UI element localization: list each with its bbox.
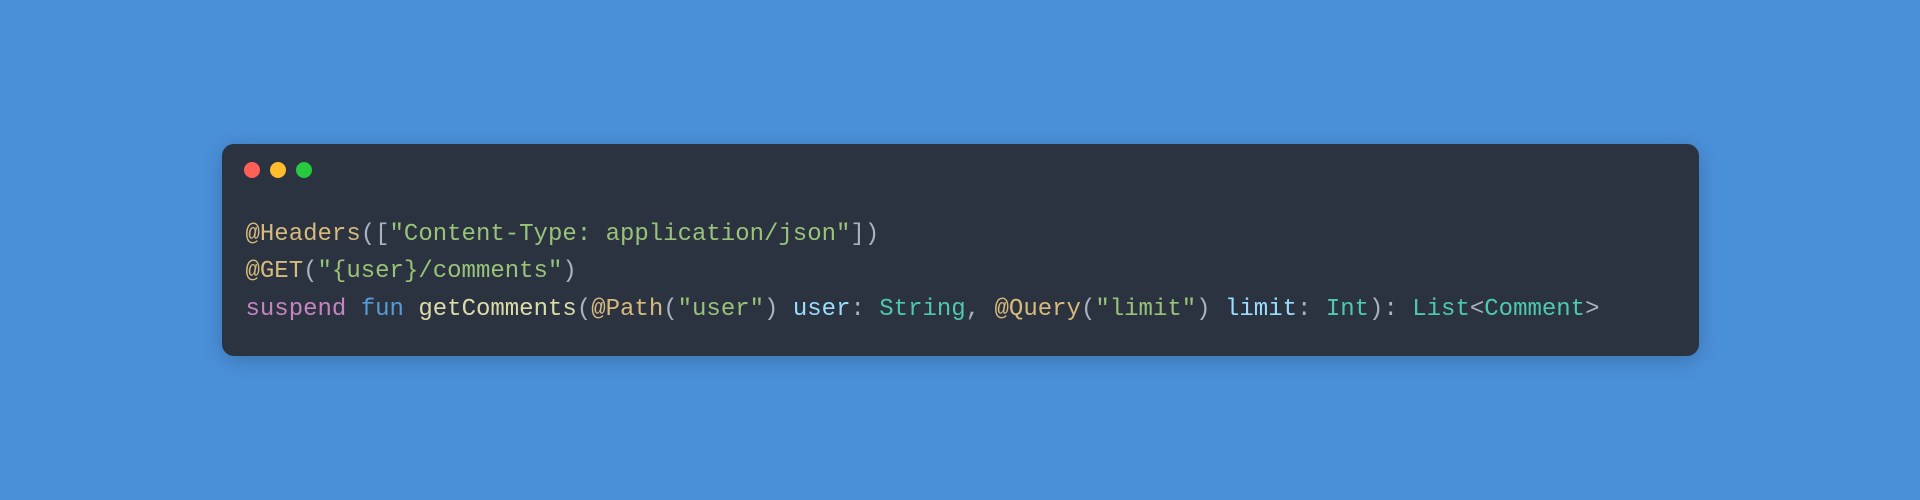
type-string: String — [879, 296, 965, 323]
maximize-icon[interactable] — [296, 162, 312, 178]
annotation-get: @GET — [246, 258, 304, 285]
code-content: @Headers(["Content-Type: application/jso… — [222, 188, 1699, 356]
type-list: List — [1412, 296, 1470, 323]
close-bracket: ] — [850, 221, 864, 248]
string-user: "user" — [678, 296, 764, 323]
type-comment: Comment — [1484, 296, 1585, 323]
query-open: ( — [1081, 296, 1095, 323]
string-content-type: "Content-Type: application/json" — [390, 221, 851, 248]
path-close: ) — [764, 296, 778, 323]
colon: : — [1383, 296, 1397, 323]
close-paren: ) — [562, 258, 576, 285]
path-open: ( — [663, 296, 677, 323]
colon: : — [1297, 296, 1311, 323]
string-limit: "limit" — [1095, 296, 1196, 323]
annotation-query: @Query — [995, 296, 1081, 323]
open-paren: ( — [303, 258, 317, 285]
gt: > — [1585, 296, 1599, 323]
keyword-suspend: suspend — [246, 296, 347, 323]
annotation-path: @Path — [591, 296, 663, 323]
lt: < — [1470, 296, 1484, 323]
colon: : — [850, 296, 864, 323]
keyword-fun: fun — [361, 296, 404, 323]
function-name: getComments — [418, 296, 576, 323]
annotation-headers: @Headers — [246, 221, 361, 248]
open-bracket: [ — [375, 221, 389, 248]
titlebar — [222, 144, 1699, 188]
param-user: user — [793, 296, 851, 323]
comma: , — [966, 296, 980, 323]
code-window: @Headers(["Content-Type: application/jso… — [222, 144, 1699, 356]
param-limit: limit — [1225, 296, 1297, 323]
open-paren: ( — [577, 296, 591, 323]
close-paren: ) — [1369, 296, 1383, 323]
query-close: ) — [1196, 296, 1210, 323]
minimize-icon[interactable] — [270, 162, 286, 178]
string-path: "{user}/comments" — [318, 258, 563, 285]
type-int: Int — [1326, 296, 1369, 323]
close-icon[interactable] — [244, 162, 260, 178]
open-paren: ( — [361, 221, 375, 248]
close-paren: ) — [865, 221, 879, 248]
